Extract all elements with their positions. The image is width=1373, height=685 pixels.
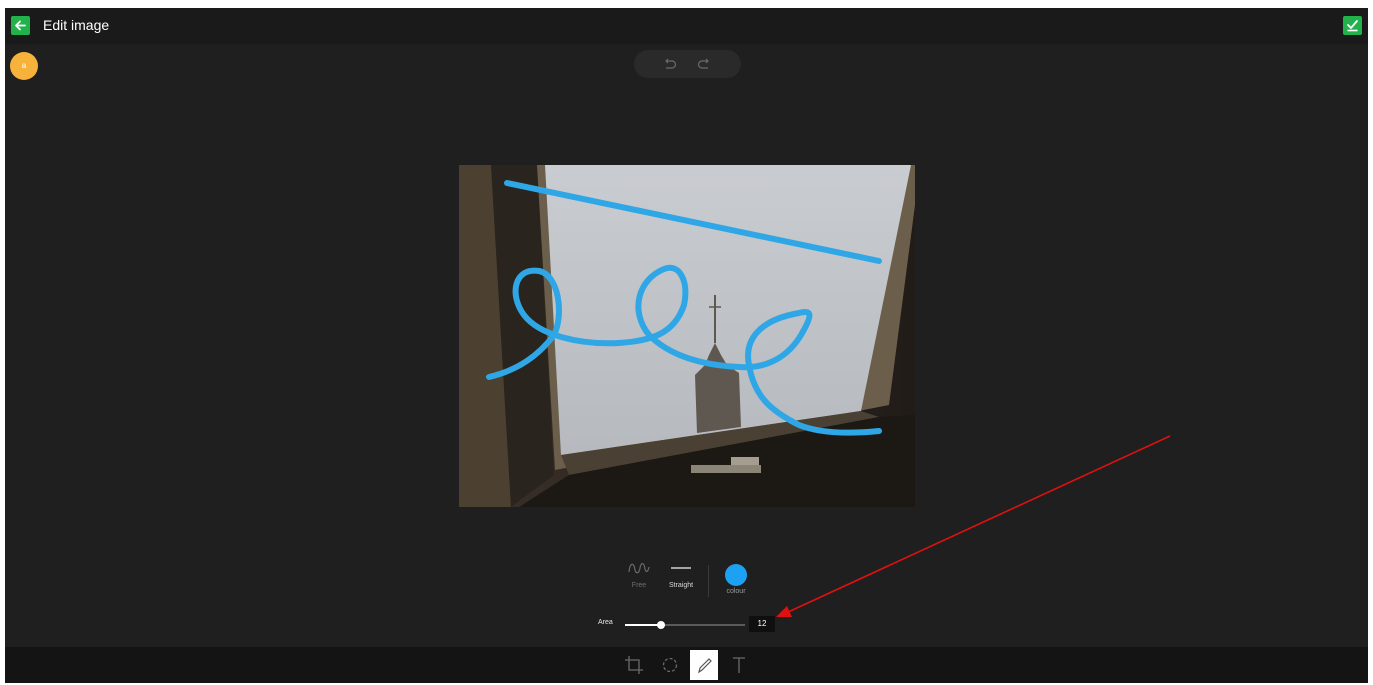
redo-icon — [697, 58, 709, 69]
area-slider[interactable] — [625, 621, 745, 629]
bottom-toolbar — [5, 647, 1368, 683]
area-slider-fill — [625, 624, 661, 626]
draw-tools: Free Straight colour — [619, 561, 765, 603]
undo-redo-group — [634, 50, 741, 78]
arrow-left-icon — [15, 20, 26, 31]
check-save-icon — [1347, 20, 1358, 32]
draw-button[interactable] — [690, 650, 718, 680]
photo-window-drawing — [459, 165, 915, 507]
back-button[interactable] — [11, 16, 30, 35]
rotate-button[interactable] — [658, 653, 682, 677]
straight-tool[interactable]: Straight — [661, 561, 701, 589]
colour-swatch[interactable] — [725, 564, 747, 586]
redo-button[interactable] — [696, 57, 712, 71]
image-canvas[interactable] — [459, 165, 915, 507]
straight-line-icon — [671, 567, 691, 569]
avatar[interactable]: a — [10, 52, 38, 80]
freehand-wave-icon — [628, 563, 650, 574]
pencil-icon — [698, 658, 712, 674]
save-button[interactable] — [1343, 16, 1362, 35]
header-bar: Edit image — [5, 8, 1368, 44]
colour-label: colour — [726, 588, 746, 595]
area-value-input[interactable]: 12 — [749, 616, 775, 632]
image-editor: Edit image a Free Straight colour Area 1… — [5, 8, 1368, 683]
free-tool[interactable]: Free — [621, 561, 657, 589]
colour-picker[interactable]: colour — [716, 561, 756, 595]
tool-divider — [708, 565, 709, 597]
crop-icon — [625, 656, 643, 674]
straight-tool-label: Straight — [668, 582, 694, 589]
undo-button[interactable] — [662, 57, 678, 71]
crop-button[interactable] — [622, 653, 646, 677]
area-label: Area — [598, 619, 613, 626]
page-title: Edit image — [43, 17, 110, 33]
area-control: Area 12 — [594, 616, 784, 636]
rotate-icon — [662, 657, 678, 673]
text-button[interactable] — [727, 653, 751, 677]
free-tool-label: Free — [631, 582, 647, 589]
text-icon — [733, 657, 745, 673]
area-slider-thumb[interactable] — [657, 621, 665, 629]
undo-icon — [665, 58, 677, 69]
